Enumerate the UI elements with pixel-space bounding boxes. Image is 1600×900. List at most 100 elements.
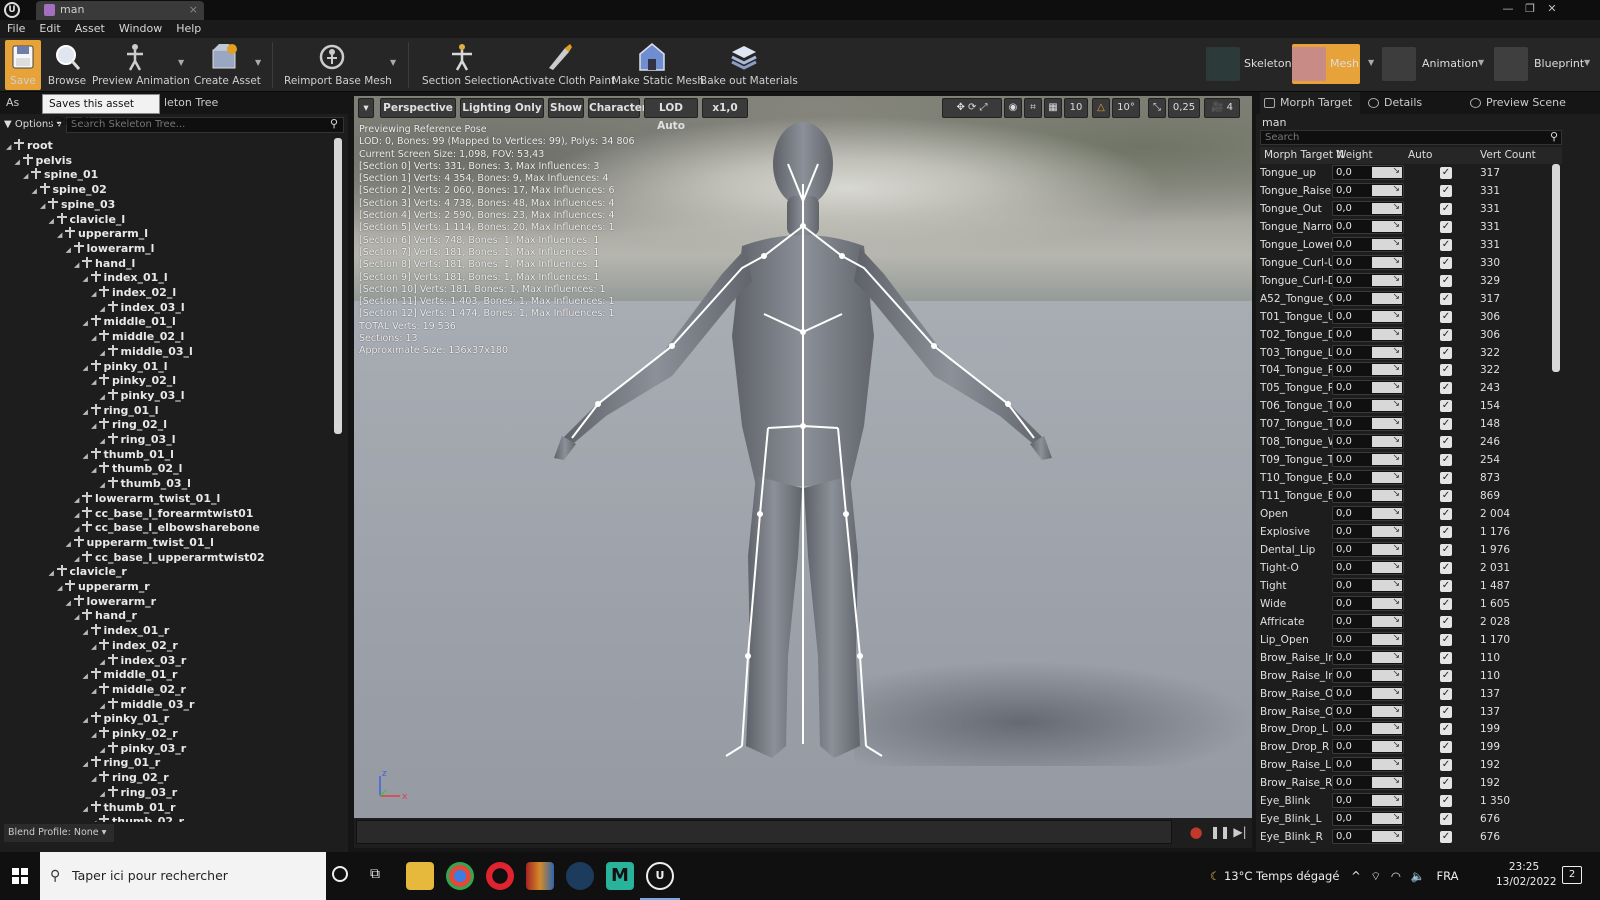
weight-input[interactable]: 0,0 (1332, 254, 1404, 270)
weight-slider[interactable] (1372, 345, 1402, 358)
auto-checkbox[interactable]: ✓ (1440, 256, 1452, 269)
auto-checkbox[interactable]: ✓ (1440, 561, 1452, 574)
weight-input[interactable]: 0,0 (1332, 793, 1404, 809)
grid-snap-value[interactable]: 10 (1064, 98, 1088, 118)
expand-arrow-icon[interactable]: ◢ (91, 640, 99, 655)
expand-arrow-icon[interactable]: ◢ (49, 566, 57, 581)
expand-arrow-icon[interactable]: ◢ (23, 169, 31, 184)
weight-input[interactable]: 0,0 (1332, 685, 1404, 701)
auto-checkbox[interactable]: ✓ (1440, 167, 1452, 179)
col-morph-name[interactable]: Morph Target N (1264, 147, 1344, 164)
bone-tree-row[interactable]: ◢ ring_03_r (100, 785, 177, 800)
steam-icon[interactable] (566, 862, 594, 890)
expand-arrow-icon[interactable]: ◢ (91, 816, 99, 822)
wifi-icon[interactable]: ◠ (1391, 869, 1401, 883)
bone-tree-row[interactable]: ◢ pinky_01_l (83, 359, 168, 374)
weight-slider[interactable] (1372, 201, 1402, 214)
weight-slider[interactable] (1372, 596, 1402, 609)
weight-input[interactable]: 0,0 (1332, 218, 1404, 234)
network-icon[interactable]: ⌔ (1370, 869, 1381, 883)
weight-slider[interactable] (1372, 686, 1402, 699)
bone-tree-row[interactable]: ◢ middle_01_r (83, 667, 177, 684)
morph-target-row[interactable]: T08_Tongue_Wi 0,0 ✓ 246 (1260, 433, 1556, 451)
auto-checkbox[interactable]: ✓ (1440, 436, 1452, 449)
bone-tree-row[interactable]: ◢ upperarm_l (57, 226, 148, 241)
create-asset-dropdown-icon[interactable]: ▼ (255, 58, 261, 67)
blend-profile-dropdown[interactable]: Blend Profile: None ▾ (4, 824, 114, 842)
auto-checkbox[interactable]: ✓ (1440, 310, 1452, 323)
auto-checkbox[interactable]: ✓ (1440, 184, 1452, 197)
grid-snap-icon[interactable]: ▦ (1044, 98, 1062, 118)
col-auto[interactable]: Auto (1408, 147, 1432, 164)
bone-tree-row[interactable]: ◢ lowerarm_r (66, 594, 156, 611)
weight-input[interactable]: 0,0 (1332, 595, 1404, 611)
weight-input[interactable]: 0,0 (1332, 272, 1404, 288)
bone-tree-row[interactable]: ◢ root (6, 138, 53, 153)
tab-details[interactable]: Details (1364, 92, 1454, 114)
weight-slider[interactable] (1372, 829, 1402, 843)
auto-checkbox[interactable]: ✓ (1440, 831, 1452, 844)
weight-slider[interactable] (1372, 470, 1402, 484)
weight-slider[interactable] (1372, 739, 1402, 753)
bone-tree-row[interactable]: ◢ hand_l (74, 256, 135, 271)
auto-checkbox[interactable]: ✓ (1440, 328, 1452, 341)
bone-tree-row[interactable]: ◢ clavicle_r (49, 564, 127, 579)
bone-tree-row[interactable]: ◢ middle_02_r (91, 682, 186, 697)
bone-tree-row[interactable]: ◢ thumb_02_l (91, 461, 182, 476)
weight-slider[interactable] (1372, 704, 1402, 717)
expand-arrow-icon[interactable]: ◢ (83, 757, 91, 772)
bone-tree-row[interactable]: ◢ cc_base_l_elbowsharebone (74, 520, 260, 535)
scale-snap-value[interactable]: 0,25 (1168, 98, 1200, 118)
tab-morph-target[interactable]: Morph Target (1260, 92, 1360, 114)
auto-checkbox[interactable]: ✓ (1440, 202, 1452, 215)
auto-checkbox[interactable]: ✓ (1440, 364, 1452, 377)
timeline-track[interactable] (356, 820, 1172, 844)
bone-tree-row[interactable]: ◢ pinky_03_l (100, 388, 185, 403)
task-view-icon[interactable]: ⧉ (370, 866, 380, 882)
expand-arrow-icon[interactable]: ◢ (66, 596, 74, 611)
col-weight[interactable]: Weight (1336, 147, 1373, 164)
morph-target-row[interactable]: T02_Tongue_Do 0,0 ✓ 306 (1260, 326, 1556, 344)
bone-tree-row[interactable]: ◢ lowerarm_l (66, 241, 154, 256)
bone-tree-row[interactable]: ◢ index_01_r (83, 623, 169, 638)
expand-arrow-icon[interactable]: ◢ (57, 581, 65, 596)
morph-target-row[interactable]: Tight 0,0 ✓ 1 487 (1260, 577, 1556, 595)
bone-tree-row[interactable]: ◢ index_02_r (91, 638, 178, 653)
weight-slider[interactable] (1372, 614, 1402, 627)
morph-target-row[interactable]: Tongue_Raise 0,0 ✓ 331 (1260, 182, 1556, 200)
weight-slider[interactable] (1372, 488, 1402, 502)
weight-slider[interactable] (1372, 327, 1402, 340)
auto-checkbox[interactable]: ✓ (1440, 472, 1452, 485)
bone-tree-row[interactable]: ◢ middle_03_l (100, 344, 193, 359)
tab-asset-details[interactable]: As (6, 96, 19, 109)
viewport-options-button[interactable]: ▾ (358, 98, 374, 118)
weight-slider[interactable] (1372, 506, 1402, 520)
mode-skeleton-button[interactable]: Skeleton (1206, 44, 1292, 84)
notifications-icon[interactable]: 2 (1562, 866, 1582, 884)
weight-slider[interactable] (1372, 398, 1402, 412)
bone-tree-row[interactable]: ◢ ring_01_l (83, 403, 158, 418)
weight-slider[interactable] (1372, 668, 1402, 681)
morph-target-row[interactable]: T10_Tongue_Bu 0,0 ✓ 873 (1260, 469, 1556, 487)
weight-slider[interactable] (1372, 291, 1402, 304)
morph-target-row[interactable]: Brow_Raise_R 0,0 ✓ 192 (1260, 774, 1556, 792)
morph-target-row[interactable]: Tongue_Out 0,0 ✓ 331 (1260, 200, 1556, 218)
weight-input[interactable]: 0,0 (1332, 721, 1404, 737)
reimport-dropdown-icon[interactable]: ▼ (390, 58, 396, 67)
morph-target-row[interactable]: Explosive 0,0 ✓ 1 176 (1260, 523, 1556, 541)
weight-input[interactable]: 0,0 (1332, 829, 1404, 845)
weight-input[interactable]: 0,0 (1332, 308, 1404, 324)
cortana-icon[interactable] (332, 866, 348, 882)
bone-tree-row[interactable]: ◢ pinky_01_r (83, 711, 169, 726)
auto-checkbox[interactable]: ✓ (1440, 669, 1452, 682)
bone-tree-row[interactable]: ◢ hand_r (74, 608, 137, 623)
expand-arrow-icon[interactable]: ◢ (74, 258, 82, 273)
expand-arrow-icon[interactable]: ◢ (66, 537, 74, 552)
auto-checkbox[interactable]: ✓ (1440, 687, 1452, 700)
weight-slider[interactable] (1372, 380, 1402, 394)
bone-tree-row[interactable]: ◢ ring_01_r (83, 755, 160, 772)
expand-arrow-icon[interactable]: ◢ (83, 669, 91, 684)
morph-target-row[interactable]: T05_Tongue_Ro 0,0 ✓ 243 (1260, 379, 1556, 397)
chrome-icon[interactable] (446, 862, 474, 890)
scale-snap-icon[interactable]: ⤡ (1148, 98, 1166, 118)
